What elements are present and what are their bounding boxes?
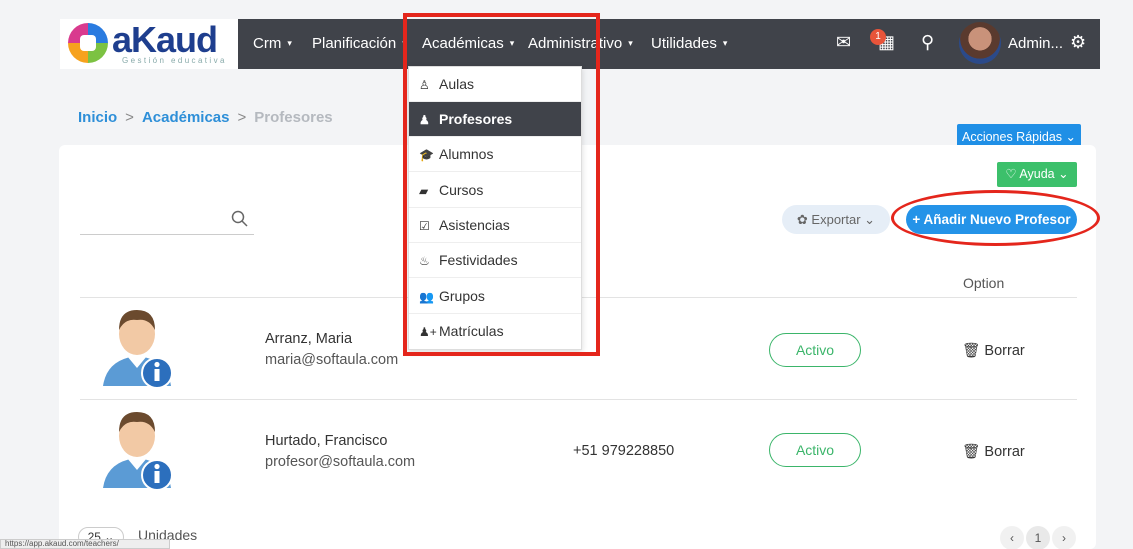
brand-name: aKaud — [112, 19, 218, 60]
column-header-option: Option — [963, 275, 1005, 291]
user-name[interactable]: Admin... — [1008, 35, 1063, 52]
caret-down-icon: ▾ — [628, 38, 633, 48]
teacher-email: profesor@softaula.com — [265, 454, 416, 470]
brand-tagline: Gestión educativa — [122, 56, 227, 65]
teacher-name: Arranz, Maria — [265, 331, 353, 347]
nav-planificacion-label: Planificación — [312, 35, 397, 52]
browser-status-url: https://app.akaud.com/teachers/ — [0, 539, 170, 549]
teacher-email: maria@softaula.com — [265, 352, 399, 368]
nav-crm-label: Crm — [253, 35, 282, 52]
breadcrumb-current: Profesores — [254, 109, 333, 126]
search-icon[interactable] — [231, 210, 249, 233]
teacher-avatar-icon[interactable] — [97, 406, 177, 492]
caret-down-icon: ▾ — [287, 38, 292, 48]
settings-gear-icon[interactable]: ⚙ — [1070, 32, 1086, 53]
delete-button[interactable]: 🗑 Borrar — [962, 342, 1025, 359]
logo-mark-icon — [68, 23, 108, 63]
nav-planificacion[interactable]: Planificación ▾ — [312, 35, 407, 52]
search-input[interactable] — [80, 207, 254, 235]
teacher-avatar-icon[interactable] — [97, 304, 177, 390]
status-badge[interactable]: Activo — [769, 433, 861, 467]
page-number-button[interactable]: 1 — [1026, 526, 1050, 549]
highlight-annotation-rectangle — [403, 13, 600, 356]
breadcrumb-home[interactable]: Inicio — [78, 109, 117, 126]
teacher-name: Hurtado, Francisco — [265, 433, 388, 449]
export-button[interactable]: ✿ Exportar ⌄ — [782, 205, 890, 234]
teacher-phone: +51 979228850 — [573, 443, 675, 459]
delete-button[interactable]: 🗑 Borrar — [962, 443, 1025, 460]
breadcrumb-separator: > — [237, 109, 247, 126]
notification-badge: 1 — [870, 29, 886, 45]
table-row[interactable]: Hurtado, Francisco profesor@softaula.com… — [80, 400, 1077, 503]
nav-utilidades-label: Utilidades — [651, 35, 717, 52]
status-badge[interactable]: Activo — [769, 333, 861, 367]
caret-down-icon: ▾ — [722, 38, 728, 48]
prev-page-button[interactable]: ‹ — [1000, 526, 1024, 549]
breadcrumb-section[interactable]: Académicas — [142, 109, 230, 126]
help-button[interactable]: ♡ Ayuda ⌄ — [997, 162, 1077, 187]
search-icon[interactable]: ⚲ — [921, 32, 934, 53]
mail-icon[interactable]: ✉ — [836, 32, 851, 53]
nav-utilidades[interactable]: Utilidades ▾ — [651, 35, 727, 52]
next-page-button[interactable]: › — [1052, 526, 1076, 549]
highlight-annotation-ellipse — [891, 190, 1100, 246]
breadcrumb-separator: > — [125, 109, 134, 126]
brand-logo[interactable]: aKaud Gestión educativa — [60, 19, 238, 69]
breadcrumb: Inicio > Académicas > Profesores — [78, 109, 333, 126]
nav-crm[interactable]: Crm ▾ — [253, 35, 292, 52]
user-avatar[interactable] — [959, 22, 1001, 64]
